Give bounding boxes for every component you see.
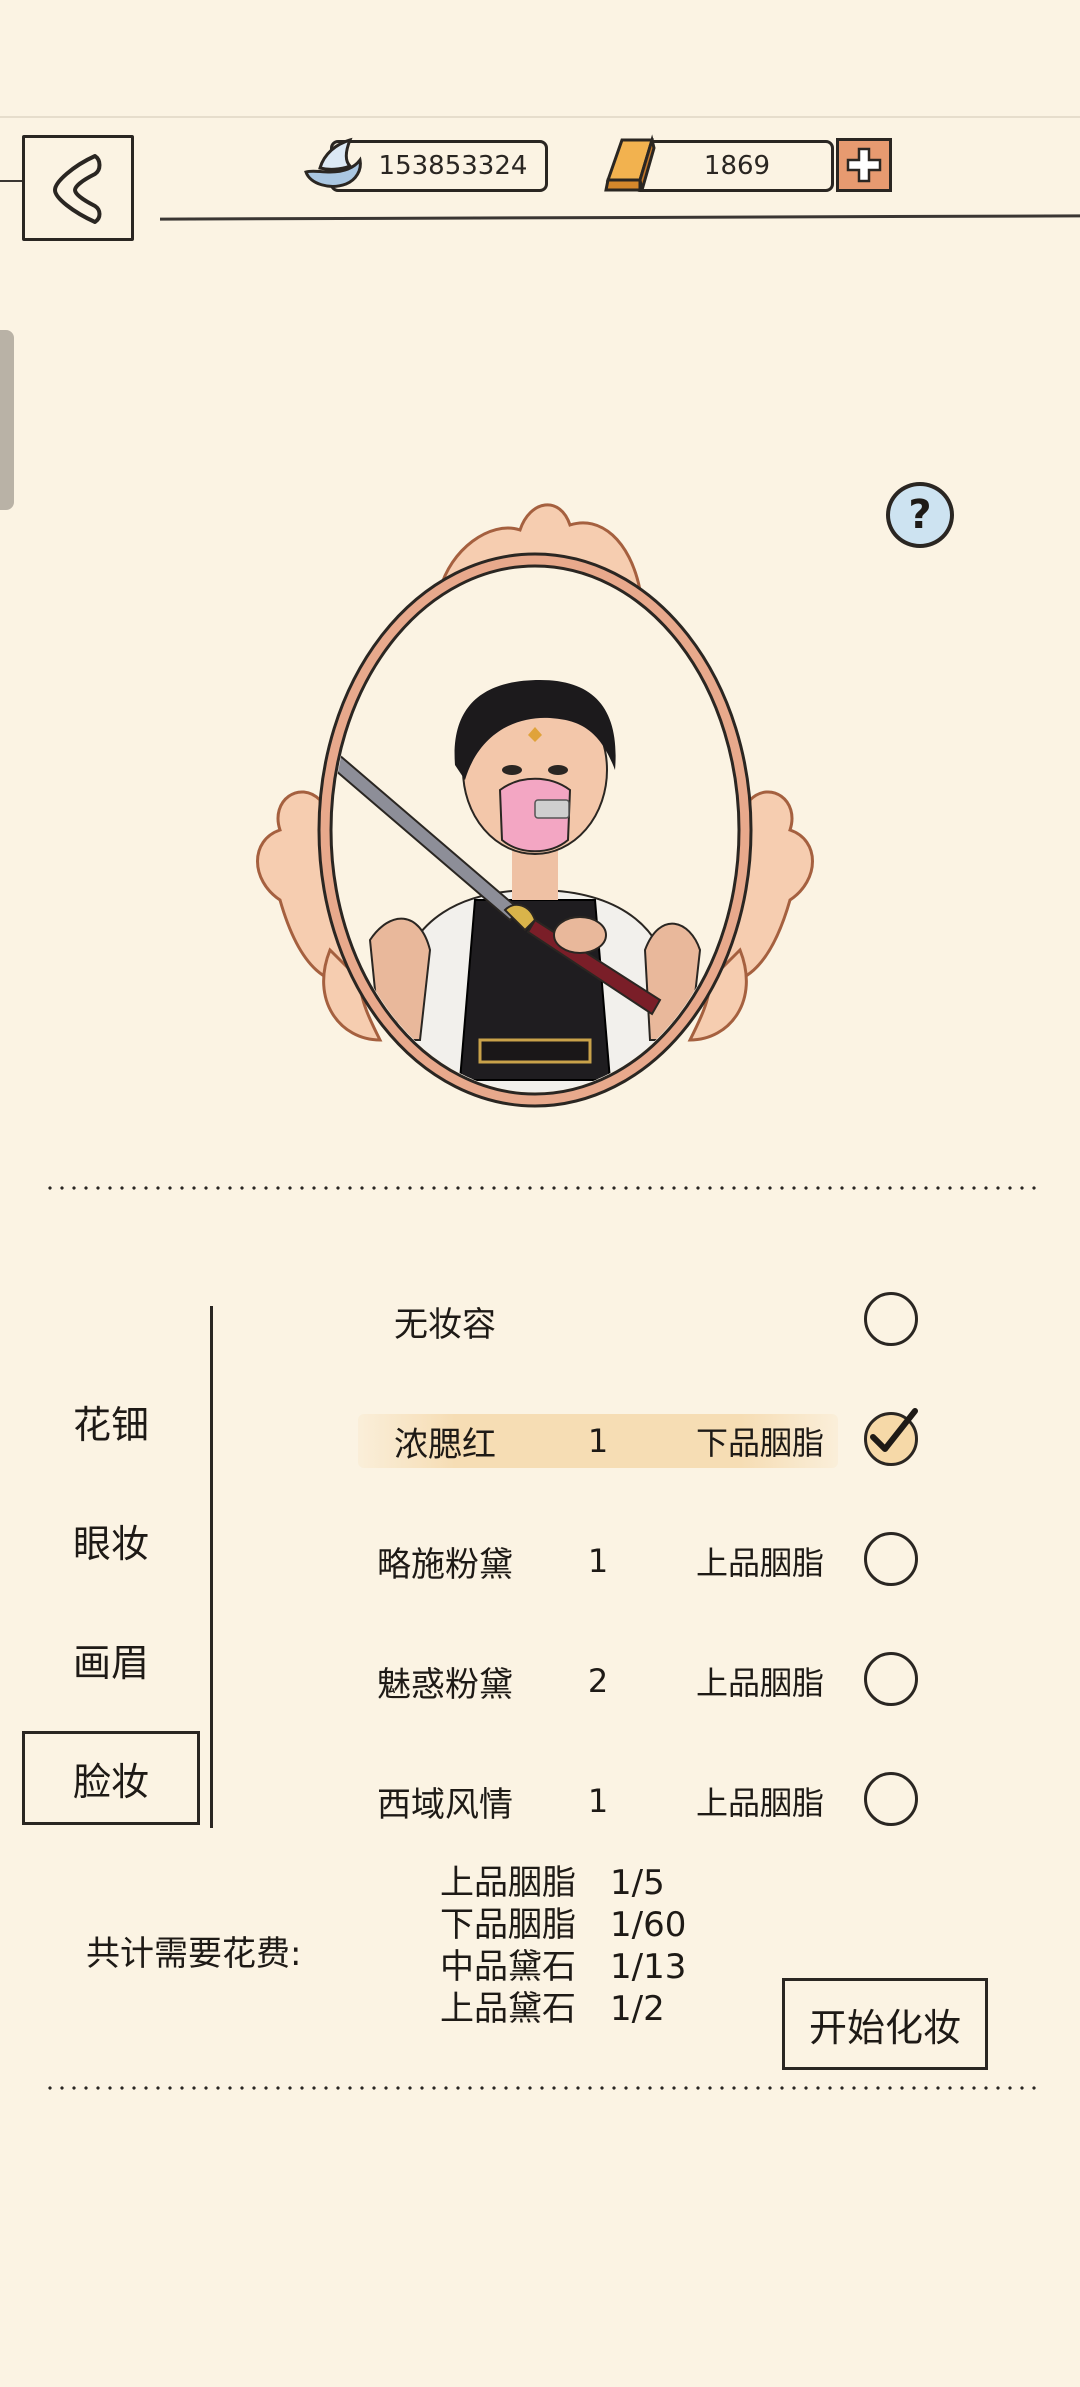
category-label: 脸妆	[72, 1759, 149, 1804]
option-material: 上品胭脂	[695, 1544, 824, 1582]
option-material: 上品胭脂	[695, 1784, 824, 1822]
option-material: 下品胭脂	[695, 1424, 824, 1462]
option-radio[interactable]	[864, 1652, 918, 1706]
top-divider	[0, 116, 1080, 118]
category-tab-eye-makeup[interactable]: 眼妆	[22, 1493, 200, 1587]
header-line-left	[0, 180, 22, 182]
start-makeup-button[interactable]: 开始化妆	[782, 1978, 988, 2070]
cost-item-name: 上品黛石	[440, 1989, 576, 2029]
help-button[interactable]: ?	[886, 482, 954, 548]
category-label: 眼妆	[72, 1521, 149, 1566]
option-qty: 1	[587, 1542, 609, 1580]
cost-item: 上品黛石 1/2	[440, 1988, 665, 2030]
header-line	[159, 214, 1080, 221]
category-tab-eyebrow[interactable]: 画眉	[22, 1612, 200, 1706]
category-label: 花钿	[72, 1402, 149, 1447]
makeup-option-row[interactable]: 魅惑粉黛 2 上品胭脂	[330, 1636, 940, 1726]
checkmark-icon	[870, 1408, 918, 1452]
cost-item-value: 1/5	[610, 1863, 665, 1903]
cost-item-value: 1/2	[610, 1989, 665, 2029]
silver-amount: 153853324	[378, 151, 528, 181]
option-name: 浓腮红	[394, 1424, 496, 1465]
section-separator	[44, 1186, 1040, 1190]
silver-ingot-icon	[304, 137, 362, 188]
back-arrow-icon	[53, 154, 102, 224]
option-radio[interactable]	[864, 1532, 918, 1586]
option-qty: 2	[587, 1662, 609, 1700]
gold-bar-icon	[604, 134, 656, 192]
plus-icon	[846, 147, 882, 183]
cost-item: 中品黛石 1/13	[440, 1946, 686, 1988]
category-tab-face-makeup[interactable]: 脸妆	[22, 1731, 200, 1825]
mirror-portrait	[256, 503, 814, 1108]
option-name: 西域风情	[377, 1784, 513, 1825]
makeup-option-row[interactable]: 浓腮红 1 下品胭脂	[330, 1396, 940, 1486]
option-radio[interactable]	[864, 1292, 918, 1346]
cost-item-value: 1/60	[610, 1905, 687, 1945]
question-mark-icon: ?	[908, 492, 932, 538]
cost-label: 共计需要花费:	[86, 1934, 302, 1974]
makeup-option-row[interactable]: 略施粉黛 1 上品胭脂	[330, 1516, 940, 1606]
option-name: 无妆容	[394, 1304, 496, 1345]
makeup-option-row[interactable]: 无妆容	[330, 1276, 940, 1366]
makeup-option-row[interactable]: 西域风情 1 上品胭脂	[330, 1756, 940, 1846]
option-material: 上品胭脂	[695, 1664, 824, 1702]
category-divider	[210, 1306, 213, 1828]
category-tab-huadian[interactable]: 花钿	[22, 1374, 200, 1468]
back-button[interactable]	[22, 135, 134, 241]
start-makeup-label: 开始化妆	[808, 2005, 961, 2050]
cost-item-name: 上品胭脂	[440, 1863, 576, 1903]
gold-amount: 1869	[703, 151, 771, 181]
add-gold-button[interactable]	[836, 138, 892, 192]
gold-counter: 1869	[632, 140, 834, 192]
option-qty: 1	[587, 1782, 609, 1820]
option-radio[interactable]	[864, 1408, 918, 1466]
option-name: 略施粉黛	[377, 1544, 513, 1585]
side-drawer-handle[interactable]	[0, 330, 14, 510]
cost-item: 上品胭脂 1/5	[440, 1862, 665, 1904]
option-name: 魅惑粉黛	[377, 1664, 513, 1705]
cost-item-value: 1/13	[610, 1947, 687, 1987]
cost-item-name: 下品胭脂	[440, 1905, 576, 1945]
option-qty: 1	[587, 1422, 609, 1460]
cost-item-name: 中品黛石	[440, 1947, 576, 1987]
option-radio[interactable]	[864, 1772, 918, 1826]
category-label: 画眉	[72, 1640, 149, 1685]
cost-item: 下品胭脂 1/60	[440, 1904, 686, 1946]
section-separator	[44, 2086, 1040, 2090]
